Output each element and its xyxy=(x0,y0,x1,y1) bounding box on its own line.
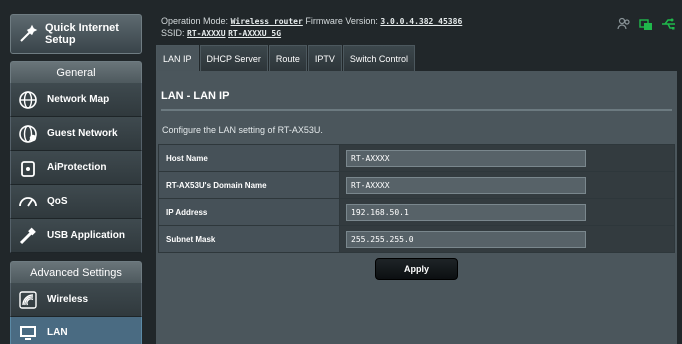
firmware-version-link[interactable]: 3.0.0.4.382_45386 xyxy=(380,17,462,26)
wifi-icon xyxy=(17,289,39,311)
guest-globe-icon xyxy=(17,123,39,145)
sidebar-item-label: Network Map xyxy=(47,94,110,105)
status-icons xyxy=(617,17,677,36)
globe-icon xyxy=(17,89,39,111)
sidebar-item-label: LAN xyxy=(47,327,68,338)
domain-name-input[interactable] xyxy=(346,176,586,194)
usb-status-icon[interactable] xyxy=(661,17,677,36)
table-row: Host Name xyxy=(158,144,675,172)
lock-icon xyxy=(17,157,39,179)
advanced-settings-section-header: Advanced Settings xyxy=(10,261,142,283)
quick-internet-setup-label: Quick Internet Setup xyxy=(45,22,119,46)
sidebar-item-label: Guest Network xyxy=(47,128,118,139)
sidebar-item-label: AiProtection xyxy=(47,162,107,173)
monitor-icon xyxy=(17,322,39,344)
sidebar-item-label: QoS xyxy=(47,196,68,207)
sidebar: Quick Internet Setup General Network Map… xyxy=(10,14,142,344)
subnet-mask-label: Subnet Mask xyxy=(158,225,340,253)
main-content: LAN - LAN IP Configure the LAN setting o… xyxy=(156,71,677,344)
sidebar-item-label: USB Application xyxy=(47,230,125,241)
subnet-mask-input[interactable] xyxy=(346,230,586,248)
general-section-header: General xyxy=(10,61,142,83)
sidebar-item-network-map[interactable]: Network Map xyxy=(10,83,142,117)
speedometer-icon xyxy=(17,191,39,213)
operation-mode-link[interactable]: Wireless router xyxy=(231,17,303,26)
users-icon[interactable] xyxy=(617,17,631,36)
tab-iptv[interactable]: IPTV xyxy=(307,45,342,71)
tab-bar: LAN IP DHCP Server Route IPTV Switch Con… xyxy=(156,45,416,71)
page-description: Configure the LAN setting of RT-AX53U. xyxy=(162,125,323,135)
tab-dhcp-server[interactable]: DHCP Server xyxy=(199,45,268,71)
title-divider xyxy=(161,109,672,111)
sidebar-item-label: Wireless xyxy=(47,294,89,305)
sidebar-item-lan[interactable]: LAN xyxy=(10,317,142,344)
wizard-icon xyxy=(18,23,38,45)
network-icon[interactable] xyxy=(639,17,653,36)
ip-address-label: IP Address xyxy=(158,198,340,226)
tab-switch-control[interactable]: Switch Control xyxy=(342,45,415,71)
sidebar-item-usb-application[interactable]: USB Application xyxy=(10,219,142,253)
ssid-5g-link[interactable]: RT-AXXXU_5G xyxy=(228,29,281,38)
ssid-label: SSID: xyxy=(161,28,185,38)
tab-lan-ip[interactable]: LAN IP xyxy=(156,45,199,71)
usb-icon xyxy=(17,225,39,247)
tab-route[interactable]: Route xyxy=(268,45,307,71)
table-row: Subnet Mask xyxy=(158,225,675,253)
firmware-label: Firmware Version: xyxy=(305,16,378,26)
ssid-2g-link[interactable]: RT-AXXXU xyxy=(187,29,226,38)
host-name-label: Host Name xyxy=(158,144,340,172)
operation-mode-label: Operation Mode: xyxy=(161,16,229,26)
sidebar-item-guest-network[interactable]: Guest Network xyxy=(10,117,142,151)
domain-name-label: RT-AX53U's Domain Name xyxy=(158,171,340,199)
page-title: LAN - LAN IP xyxy=(161,90,230,102)
table-row: RT-AX53U's Domain Name xyxy=(158,171,675,199)
host-name-input[interactable] xyxy=(346,149,586,167)
sidebar-item-qos[interactable]: QoS xyxy=(10,185,142,219)
sidebar-item-aiprotection[interactable]: AiProtection xyxy=(10,151,142,185)
ip-address-input[interactable] xyxy=(346,203,586,221)
quick-internet-setup-button[interactable]: Quick Internet Setup xyxy=(10,14,142,54)
sidebar-item-wireless[interactable]: Wireless xyxy=(10,283,142,317)
lan-ip-settings-table: Host Name RT-AX53U's Domain Name IP Addr… xyxy=(158,144,675,253)
apply-button[interactable]: Apply xyxy=(375,258,458,280)
table-row: IP Address xyxy=(158,198,675,226)
status-header: Operation Mode: Wireless router Firmware… xyxy=(161,15,462,39)
